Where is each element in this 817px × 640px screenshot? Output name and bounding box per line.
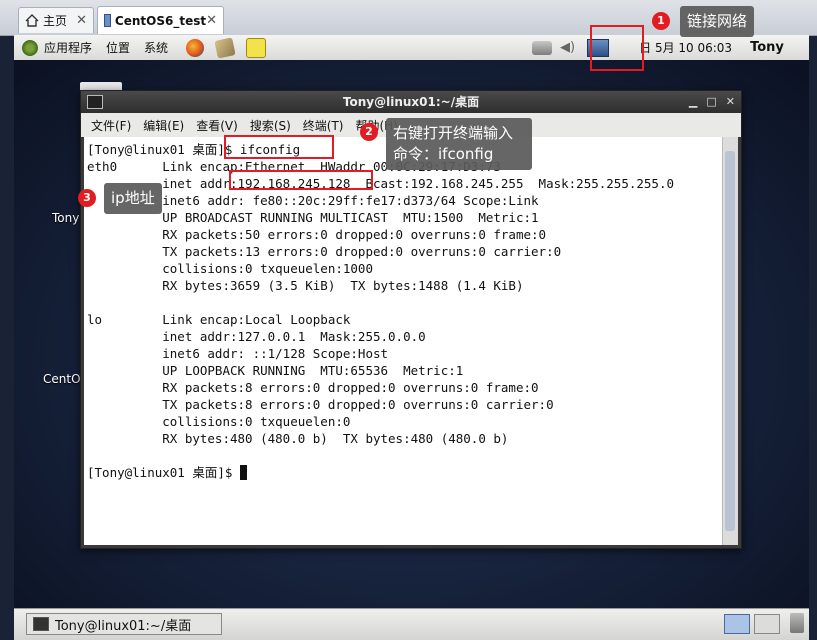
text-cursor (239, 465, 247, 480)
menu-search[interactable]: 搜索(S) (250, 117, 291, 134)
notes-icon[interactable] (246, 37, 267, 58)
workspace-switcher-2[interactable] (754, 614, 780, 634)
annotation-box-ip (229, 170, 373, 190)
maximize-icon[interactable]: □ (706, 91, 716, 113)
network-status-icon[interactable] (532, 40, 553, 55)
annotation-tip-network: 链接网络 (680, 6, 755, 37)
desktop-icon-label-home[interactable]: Tony (52, 211, 79, 225)
line: inet addr:127.0.0.1 Mask:255.0.0.0 (87, 329, 426, 344)
firefox-icon[interactable] (186, 38, 205, 57)
scrollbar-thumb[interactable] (725, 151, 735, 531)
user-menu[interactable]: Tony (750, 40, 784, 55)
trash-icon[interactable] (790, 613, 804, 633)
minimize-icon[interactable]: ▁ (689, 91, 697, 113)
desktop-icon-label-centos[interactable]: CentO (43, 372, 81, 386)
taskbar-item-terminal[interactable]: Tony@linux01:~/桌面 (26, 613, 222, 635)
system-menu[interactable]: 系统 (144, 39, 168, 56)
menu-file[interactable]: 文件(F) (91, 117, 131, 134)
home-icon (25, 14, 39, 27)
line: inet6 addr: ::1/128 Scope:Host (87, 346, 389, 361)
close-icon[interactable]: ✕ (76, 13, 87, 28)
bottom-taskbar: Tony@linux01:~/桌面 (14, 608, 809, 640)
menu-terminal[interactable]: 终端(T) (303, 117, 344, 134)
line: collisions:0 txqueuelen:0 (87, 414, 351, 429)
terminal-screen[interactable]: [Tony@linux01 桌面]$ ifconfig eth0 Link en… (84, 137, 722, 545)
annotation-box-network (590, 25, 644, 71)
annotation-box-command (224, 135, 334, 159)
line: RX packets:8 errors:0 dropped:0 overruns… (87, 380, 539, 395)
gnome-top-panel: 应用程序 位置 系统 ◀) 日 5月 10 06:03 Tony (14, 35, 809, 61)
annotation-badge-1: 1 (652, 12, 670, 30)
terminal-output: [Tony@linux01 桌面]$ ifconfig eth0 Link en… (87, 141, 674, 481)
line: RX packets:50 errors:0 dropped:0 overrun… (87, 227, 547, 242)
line: inet addr:192.168.245.128 Bcast:192.168.… (87, 176, 674, 191)
terminal-title: Tony@linux01:~/桌面 (342, 95, 480, 109)
menu-view[interactable]: 查看(V) (196, 117, 238, 134)
applications-menu[interactable]: 应用程序 (44, 39, 92, 56)
line: TX packets:13 errors:0 dropped:0 overrun… (87, 244, 562, 259)
terminal-icon (33, 617, 49, 631)
tab-centos6-test[interactable]: CentOS6_test ✕ (97, 6, 224, 34)
line: RX bytes:480 (480.0 b) TX bytes:480 (480… (87, 431, 509, 446)
annotation-tip-ip: ip地址 (104, 183, 162, 214)
terminal-title-icon (87, 95, 103, 109)
tab-centos6-label: CentOS6_test (114, 13, 207, 28)
vm-icon (104, 14, 111, 27)
annotation-badge-3: 3 (78, 189, 96, 207)
annotation-badge-2: 2 (360, 123, 378, 141)
line: collisions:0 txqueuelen:1000 (87, 261, 373, 276)
menu-edit[interactable]: 编辑(E) (143, 117, 184, 134)
workspace-switcher-1[interactable] (724, 614, 750, 634)
terminal-titlebar[interactable]: Tony@linux01:~/桌面 ▁ □ ✕ (81, 91, 741, 113)
volume-icon[interactable]: ◀) (560, 40, 575, 55)
close-icon[interactable]: ✕ (726, 91, 735, 113)
line: RX bytes:3659 (3.5 KiB) TX bytes:1488 (1… (87, 278, 524, 293)
annotation-tip-command: 右键打开终端输入 命令：ifconfig (386, 118, 532, 170)
line: TX packets:8 errors:0 dropped:0 overruns… (87, 397, 554, 412)
line: UP LOOPBACK RUNNING MTU:65536 Metric:1 (87, 363, 464, 378)
taskbar-item-label: Tony@linux01:~/桌面 (55, 618, 192, 634)
tab-home[interactable]: 主页 ✕ (18, 7, 94, 33)
close-icon[interactable]: ✕ (206, 13, 217, 28)
line: lo Link encap:Local Loopback (87, 312, 351, 327)
places-menu[interactable]: 位置 (106, 39, 130, 56)
date-time[interactable]: 日 5月 10 06:03 (639, 39, 732, 56)
prompt: [Tony@linux01 桌面]$ (87, 465, 240, 480)
terminal-scrollbar[interactable] (722, 137, 738, 545)
mail-icon[interactable] (214, 36, 236, 59)
tab-home-label: 主页 (43, 14, 68, 28)
gnome-foot-icon (22, 39, 38, 56)
